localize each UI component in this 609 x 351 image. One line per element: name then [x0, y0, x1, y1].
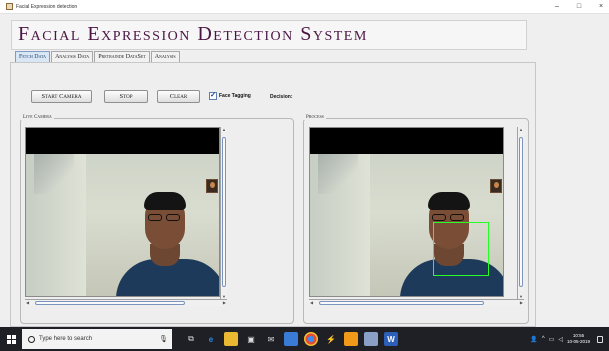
edge-icon[interactable]: e [204, 332, 218, 346]
tab-fetch-data[interactable]: Fetch Data [15, 51, 51, 62]
window-controls: – □ × [553, 0, 605, 14]
window-titlebar: Facial Expression detection – □ × [0, 0, 609, 14]
scrollbar-thumb[interactable] [319, 301, 484, 305]
system-tray: 👤 ^ ▭ ◁ 10:55 10-05-2019 [530, 333, 609, 345]
windows-logo-icon [6, 334, 16, 344]
scrollbar-thumb[interactable] [35, 301, 185, 305]
microphone-icon[interactable]: 🎙 [159, 335, 168, 343]
close-button[interactable]: × [597, 0, 605, 14]
header-panel: Facial Expression Detection System [11, 20, 527, 50]
camera-frame-image [26, 154, 219, 296]
decision-label: Decision: [270, 94, 293, 100]
minimize-button[interactable]: – [553, 0, 561, 14]
live-camera-horizontal-scrollbar[interactable]: ◀ ▶ [25, 299, 227, 306]
search-input[interactable]: Type here to search [39, 336, 92, 342]
live-camera-view [25, 127, 220, 297]
wall-picture [490, 179, 502, 193]
clock-date: 10-05-2019 [566, 339, 590, 344]
app-icon[interactable]: ⚡ [324, 332, 338, 346]
scroll-up-icon[interactable]: ▲ [518, 127, 524, 132]
tab-analysis-data[interactable]: Analysis Data [51, 51, 94, 62]
taskbar: Type here to search 🎙 ⧉ e ▣ ✉ ⚡ W 👤 ^ ▭ … [0, 327, 609, 351]
app-icon[interactable] [284, 332, 298, 346]
volume-icon[interactable]: ◁ [558, 336, 563, 343]
wall-picture [206, 179, 218, 193]
tab-pretrained-dataset[interactable]: Pretrainde DataSet [94, 51, 150, 62]
file-explorer-icon[interactable] [224, 332, 238, 346]
mail-icon[interactable]: ✉ [264, 332, 278, 346]
maximize-button[interactable]: □ [575, 0, 583, 14]
word-icon[interactable]: W [384, 332, 398, 346]
task-view-icon[interactable]: ⧉ [184, 332, 198, 346]
live-camera-vertical-scrollbar[interactable]: ▲ ▼ [220, 127, 227, 299]
scroll-right-icon[interactable]: ▶ [223, 300, 226, 306]
scroll-up-icon[interactable]: ▲ [221, 127, 227, 132]
scroll-left-icon[interactable]: ◀ [310, 300, 313, 306]
taskbar-search[interactable]: Type here to search 🎙 [22, 329, 172, 349]
face-tagging-control[interactable]: ✓ Face Tagging [209, 92, 251, 100]
window-title: Facial Expression detection [16, 3, 78, 10]
tab-bar: Fetch Data Analysis Data Pretrainde Data… [15, 51, 181, 62]
scrollbar-thumb[interactable] [519, 137, 523, 287]
taskbar-clock[interactable]: 10:55 10-05-2019 [567, 333, 590, 345]
app-content: Facial Expression Detection System Fetch… [0, 14, 609, 327]
process-label: Process [304, 114, 326, 120]
store-icon[interactable]: ▣ [244, 332, 258, 346]
face-detection-box [433, 222, 489, 276]
app-icon[interactable] [344, 332, 358, 346]
process-horizontal-scrollbar[interactable]: ◀ ▶ [309, 299, 524, 306]
face-tagging-label: Face Tagging [219, 93, 251, 99]
live-camera-label: Live Camera [21, 114, 54, 120]
face-tagging-checkbox[interactable]: ✓ [209, 92, 217, 100]
start-button[interactable] [0, 327, 22, 351]
people-icon[interactable]: 👤 [530, 336, 537, 343]
start-camera-button[interactable]: Start Camera [31, 90, 92, 103]
stop-button[interactable]: Stop [104, 90, 148, 103]
app-icon[interactable] [364, 332, 378, 346]
search-icon [28, 335, 35, 343]
scroll-left-icon[interactable]: ◀ [26, 300, 29, 306]
network-icon[interactable]: ▭ [549, 336, 555, 343]
process-vertical-scrollbar[interactable]: ▲ ▼ [517, 127, 524, 299]
app-icon [6, 3, 13, 10]
scroll-right-icon[interactable]: ▶ [520, 300, 523, 306]
taskbar-apps: ⧉ e ▣ ✉ ⚡ W [184, 332, 398, 346]
chrome-icon[interactable] [304, 332, 318, 346]
fetch-data-panel: Start Camera Stop Clear ✓ Face Tagging D… [10, 62, 536, 327]
page-title: Facial Expression Detection System [18, 23, 368, 45]
scrollbar-thumb[interactable] [222, 137, 226, 287]
chevron-up-icon[interactable]: ^ [542, 336, 545, 342]
clear-button[interactable]: Clear [157, 90, 200, 103]
tab-analysis[interactable]: Analysis [150, 51, 180, 62]
notification-icon[interactable] [597, 335, 603, 343]
